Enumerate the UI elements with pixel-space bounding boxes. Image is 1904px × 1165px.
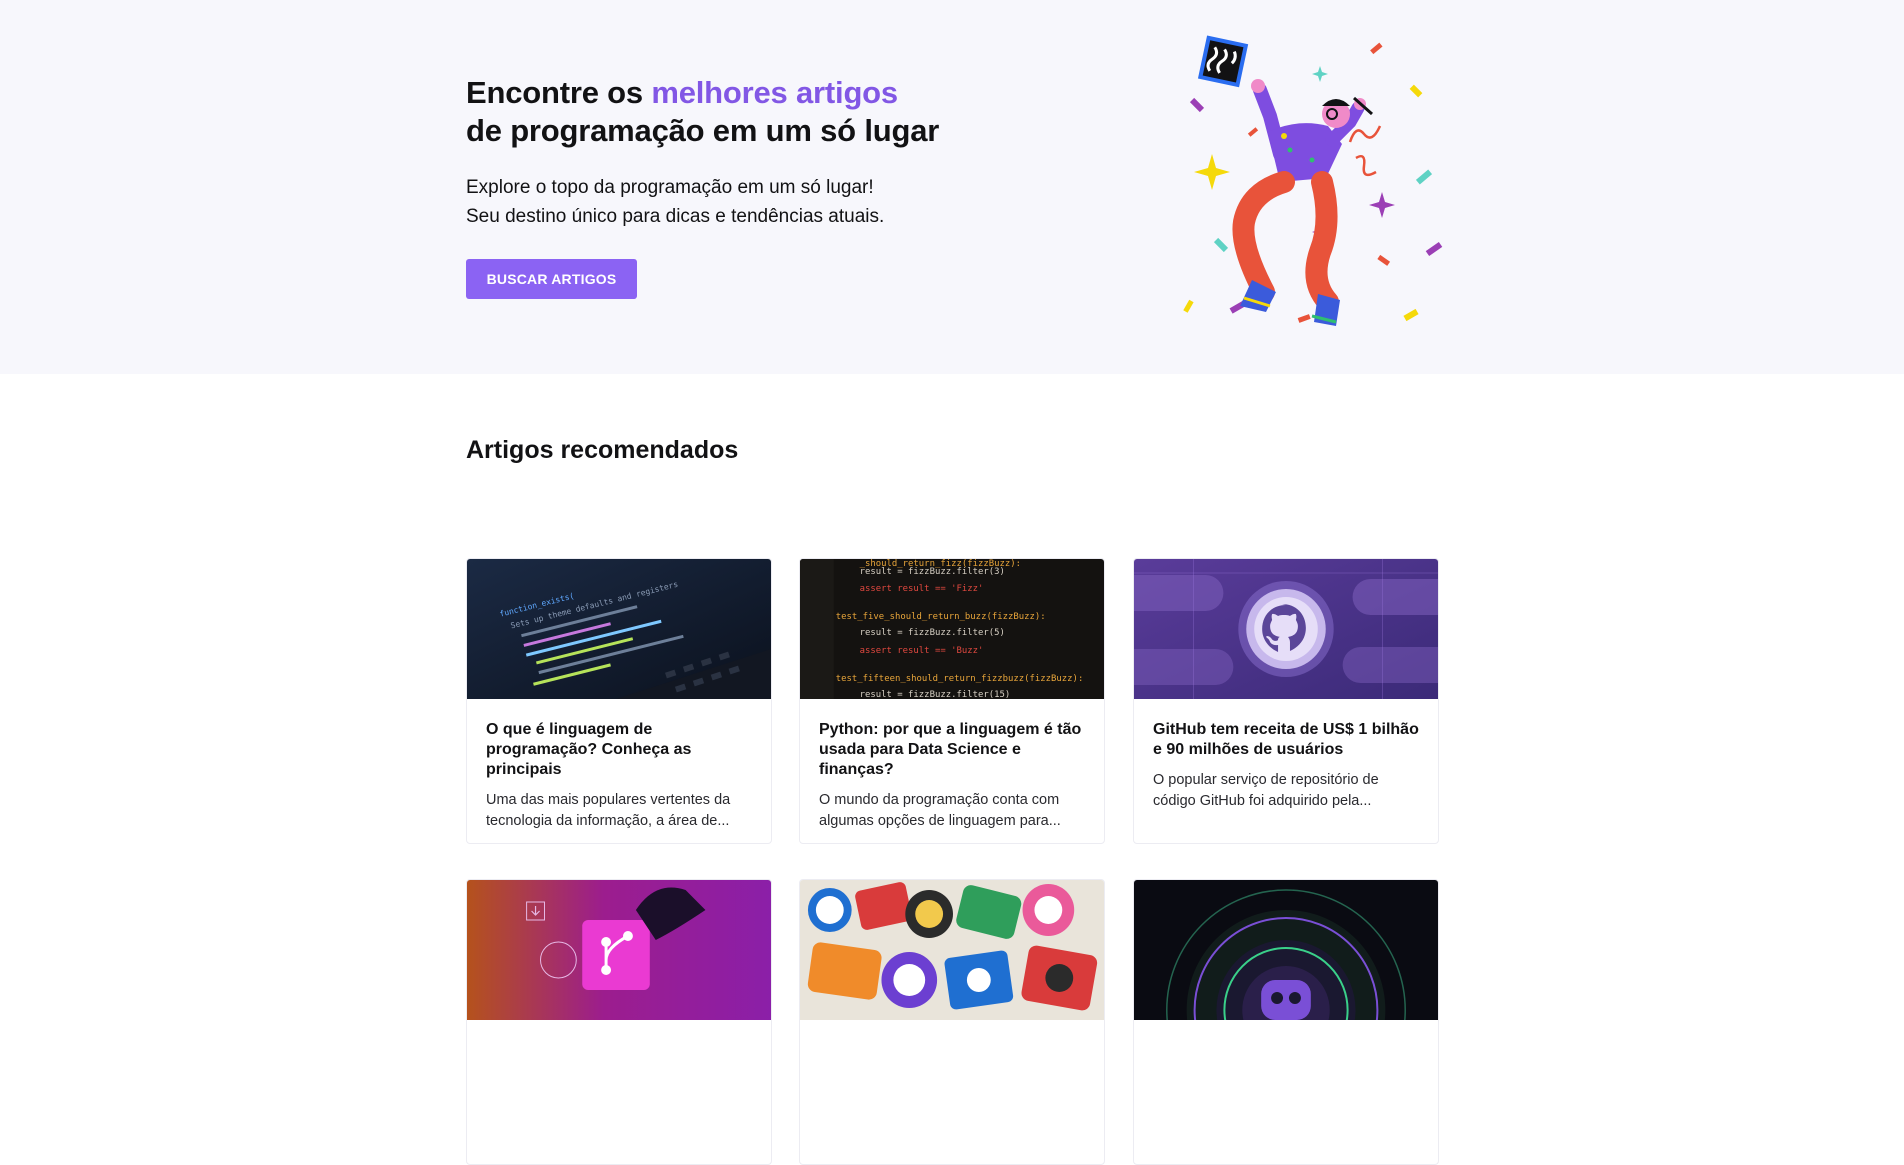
article-card[interactable]: _should_return_fizz(fizzBuzz): result = … — [799, 558, 1105, 844]
article-excerpt: O mundo da programação conta com algumas… — [819, 792, 1061, 829]
article-title[interactable]: GitHub tem receita de US$ 1 bilhão e 90 … — [1153, 720, 1419, 760]
hero-section: Encontre os melhores artigos de programa… — [0, 0, 1904, 374]
code-text: assert result == 'Fizz' — [860, 584, 984, 594]
article-card-body — [1134, 1020, 1438, 1041]
laptop-code-thumbnail: function_exists( Sets up theme defaults … — [467, 559, 771, 699]
article-card[interactable]: function_exists( Sets up theme defaults … — [466, 558, 772, 844]
article-excerpt: Uma das mais populares vertentes da tecn… — [486, 792, 731, 829]
article-title[interactable]: Python: por que a linguagem é tão usada … — [819, 720, 1085, 780]
hero-title-suffix: de programação em um só lugar — [466, 113, 940, 148]
picture-frame — [1197, 35, 1249, 88]
article-card-body — [800, 1020, 1104, 1041]
article-card[interactable]: GitHub tem receita de US$ 1 bilhão e 90 … — [1133, 558, 1439, 844]
article-card[interactable] — [1133, 879, 1439, 1165]
hero-subtitle-line2: Seu destino único para dicas e tendência… — [466, 206, 885, 227]
hero-title-prefix: Encontre os — [466, 75, 652, 110]
hero-subtitle-line1: Explore o topo da programação em um só l… — [466, 177, 874, 198]
code-text: test_five_should_return_buzz(fizzBuzz): — [836, 612, 1046, 622]
recommended-articles-heading: Artigos recomendados — [466, 436, 739, 464]
article-card-body: O que é linguagem de programação? Conheç… — [467, 699, 771, 832]
copilot-thumbnail — [1134, 880, 1438, 1020]
code-text: result = fizzBuzz.filter(3) — [860, 567, 1005, 577]
hero-subtitle: Explore o topo da programação em um só l… — [466, 173, 986, 231]
article-title[interactable]: O que é linguagem de programação? Conheç… — [486, 720, 752, 780]
article-card[interactable] — [466, 879, 772, 1165]
octocat-stickers-thumbnail — [800, 880, 1104, 1020]
article-excerpt: O popular serviço de repositório de códi… — [1153, 772, 1379, 809]
dancing-developer-illustration — [1183, 35, 1443, 326]
hero-text: Encontre os melhores artigos de programa… — [466, 74, 986, 231]
github-logo-thumbnail — [1134, 559, 1438, 699]
article-card-body: GitHub tem receita de US$ 1 bilhão e 90 … — [1134, 699, 1438, 812]
article-card[interactable] — [799, 879, 1105, 1165]
python-code-thumbnail: _should_return_fizz(fizzBuzz): result = … — [800, 559, 1104, 699]
code-text: assert result == 'Buzz' — [860, 646, 984, 656]
article-card-body: Python: por que a linguagem é tão usada … — [800, 699, 1104, 832]
search-articles-button[interactable]: BUSCAR ARTIGOS — [466, 259, 637, 299]
code-text: result = fizzBuzz.filter(5) — [860, 628, 1005, 638]
code-text: test_fifteen_should_return_fizzbuzz(fizz… — [836, 674, 1084, 684]
git-branch-thumbnail — [467, 880, 771, 1020]
article-card-body — [467, 1020, 771, 1041]
code-text: result = fizzBuzz.filter(15) — [860, 690, 1011, 699]
hero-title: Encontre os melhores artigos de programa… — [466, 74, 986, 150]
hero-title-accent: melhores artigos — [651, 75, 898, 110]
